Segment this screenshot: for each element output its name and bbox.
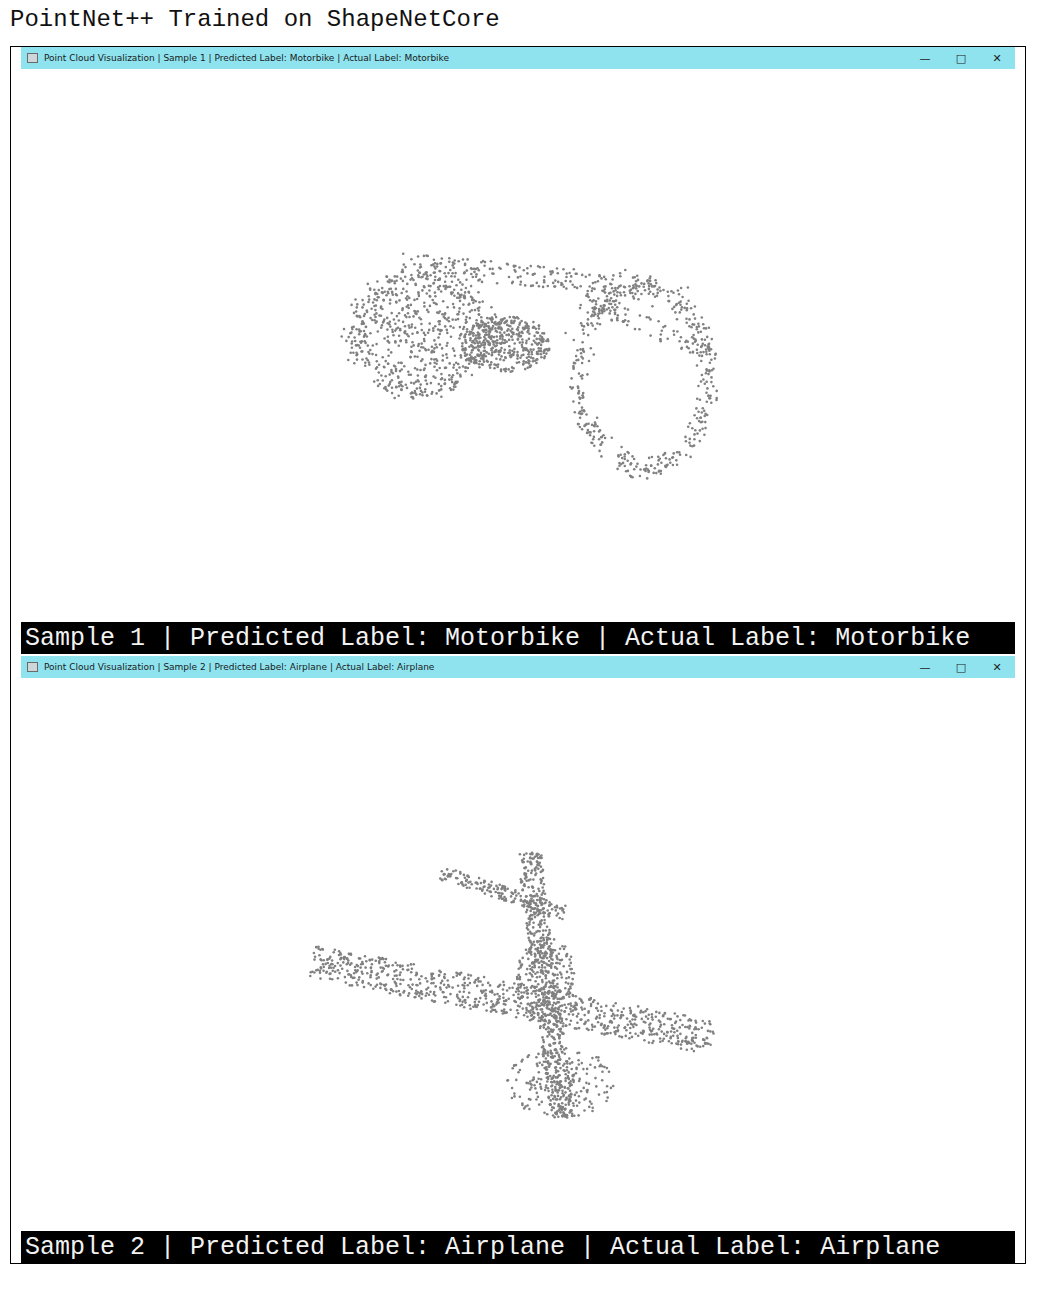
window-controls: —□✕ <box>907 656 1015 678</box>
visualization-window: Point Cloud Visualization | Sample 1 | P… <box>21 47 1015 654</box>
heading: PointNet++ Trained on ShapeNetCore <box>10 6 1028 34</box>
point-cloud[interactable] <box>21 678 1015 1231</box>
minimize-button[interactable]: — <box>907 47 943 69</box>
close-button[interactable]: ✕ <box>979 656 1015 678</box>
render-canvas[interactable] <box>21 678 1015 1231</box>
page: PointNet++ Trained on ShapeNetCore Point … <box>0 0 1038 1274</box>
close-button[interactable]: ✕ <box>979 47 1015 69</box>
window-title: Point Cloud Visualization | Sample 1 | P… <box>44 53 901 63</box>
title-bar[interactable]: Point Cloud Visualization | Sample 1 | P… <box>21 47 1015 69</box>
app-icon <box>27 53 38 63</box>
maximize-button[interactable]: □ <box>943 47 979 69</box>
window-controls: —□✕ <box>907 47 1015 69</box>
app-icon <box>27 662 38 672</box>
visualization-window: Point Cloud Visualization | Sample 2 | P… <box>21 656 1015 1263</box>
minimize-button[interactable]: — <box>907 656 943 678</box>
render-canvas[interactable] <box>21 69 1015 622</box>
title-bar[interactable]: Point Cloud Visualization | Sample 2 | P… <box>21 656 1015 678</box>
maximize-button[interactable]: □ <box>943 656 979 678</box>
screenshot-frame: Point Cloud Visualization | Sample 1 | P… <box>10 46 1026 1264</box>
caption-bar: Sample 2 | Predicted Label: Airplane | A… <box>21 1231 1015 1263</box>
caption-bar: Sample 1 | Predicted Label: Motorbike | … <box>21 622 1015 654</box>
window-title: Point Cloud Visualization | Sample 2 | P… <box>44 662 901 672</box>
point-cloud[interactable] <box>21 69 1015 622</box>
